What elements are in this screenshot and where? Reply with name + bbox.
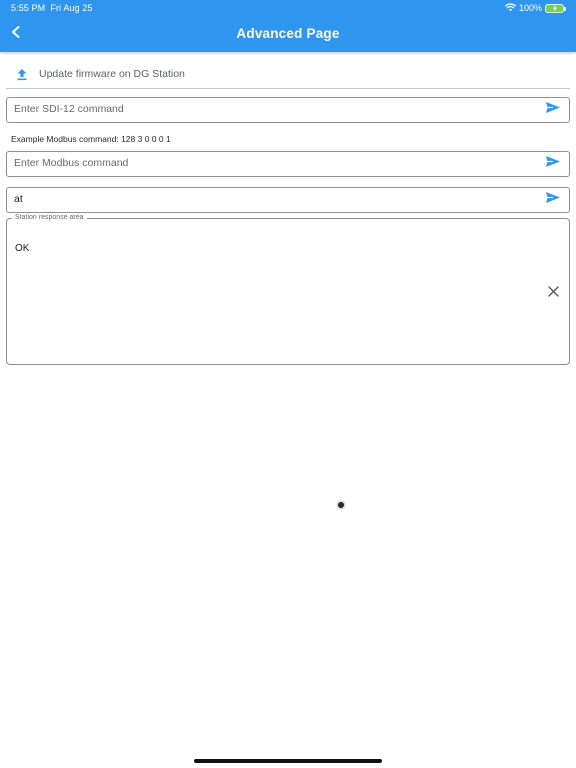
sdi12-command-input[interactable] [14,100,534,118]
update-firmware-label: Update firmware on DG Station [39,68,185,80]
page-title: Advanced Page [236,26,340,41]
status-indicators: 100% [505,2,566,14]
sdi12-send-button[interactable] [545,101,561,119]
wifi-icon [505,2,516,14]
sdi12-command-field [6,97,570,123]
advanced-page: 5:55 PM Fri Aug 25 100% Advanced Page Up… [0,0,576,768]
modbus-command-input[interactable] [14,154,534,172]
touch-indicator [338,502,344,508]
battery-percent: 100% [518,3,542,13]
battery-icon [545,3,566,13]
at-send-button[interactable] [545,191,561,209]
back-button[interactable] [4,22,28,46]
update-firmware-button[interactable]: Update firmware on DG Station [6,60,570,89]
chevron-left-icon [9,25,23,44]
at-command-input[interactable] [14,190,534,208]
response-text: OK [15,243,30,254]
home-indicator[interactable] [194,759,382,763]
modbus-send-button[interactable] [545,155,561,173]
upload-icon [15,67,29,81]
send-icon [545,191,561,209]
send-icon [545,155,561,173]
close-icon [547,284,559,302]
response-area-label: Station response area [12,213,87,223]
at-command-field [6,187,570,213]
modbus-command-field [6,151,570,177]
app-bar: 5:55 PM Fri Aug 25 100% Advanced Page [0,0,576,52]
status-time: 5:55 PM Fri Aug 25 [11,3,93,13]
station-response-area[interactable]: Station response area OK [6,213,570,365]
send-icon [545,101,561,119]
modbus-example-text: Example Modbus command: 128 3 0 0 0 1 [11,134,171,144]
clear-response-button[interactable] [547,284,559,302]
